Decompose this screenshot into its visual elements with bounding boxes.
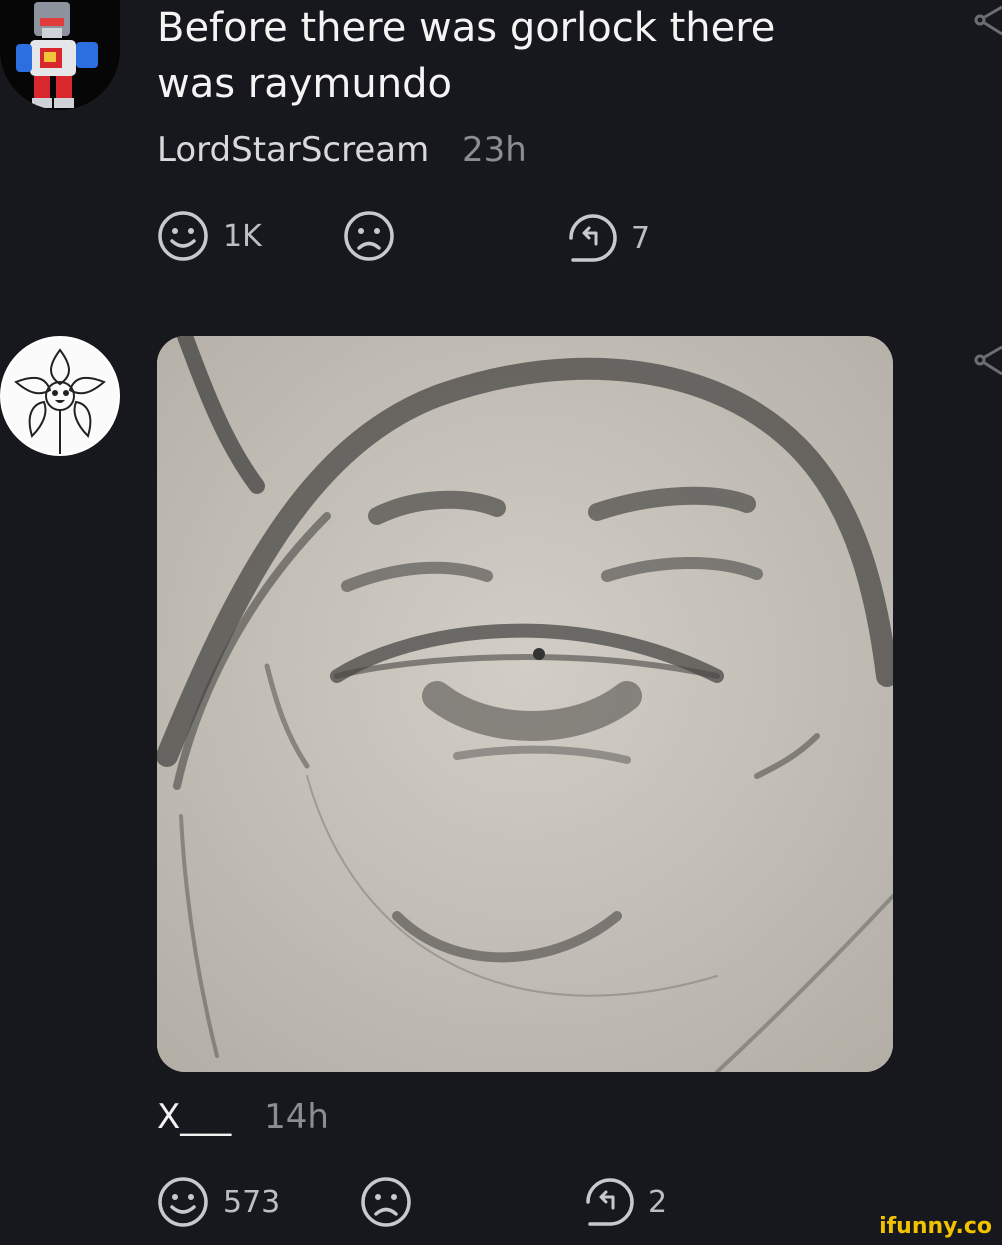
watermark-logo: ifunny.co [879,1214,992,1239]
smile-button[interactable]: 1K [157,210,262,262]
smile-icon [158,1177,208,1227]
frown-icon [361,1177,411,1227]
share-icon[interactable] [972,4,1002,38]
username[interactable]: LordStarScream [157,130,429,170]
unsmile-button[interactable] [343,210,395,262]
smile-count: 573 [223,1184,281,1220]
share-icon[interactable] [972,344,1002,378]
flower-avatar-icon [2,338,118,454]
comment-meta: LordStarScream 23h [157,130,527,170]
comment-meta: X___ 14h [157,1097,329,1137]
reply-count: 2 [648,1184,668,1220]
timestamp: 14h [264,1097,329,1137]
pencil-sketch-face-image [157,336,893,1072]
smile-button[interactable]: 573 [157,1176,280,1228]
smile-count: 1K [223,218,262,254]
robot-avatar-icon [2,0,118,108]
user-avatar[interactable] [0,336,120,456]
reply-button[interactable]: 2 [582,1176,667,1228]
reply-icon [569,214,617,262]
reply-icon [586,1178,634,1226]
frown-icon [344,211,394,261]
comment-image[interactable] [157,336,893,1072]
smile-icon [158,211,208,261]
timestamp: 23h [462,130,527,170]
reply-button[interactable]: 7 [565,210,650,266]
reply-count: 7 [631,220,651,256]
comment-text: Before there was gorlock there was raymu… [157,5,776,107]
unsmile-button[interactable] [360,1176,412,1228]
user-avatar[interactable] [0,0,120,110]
username[interactable]: X___ [157,1097,231,1137]
